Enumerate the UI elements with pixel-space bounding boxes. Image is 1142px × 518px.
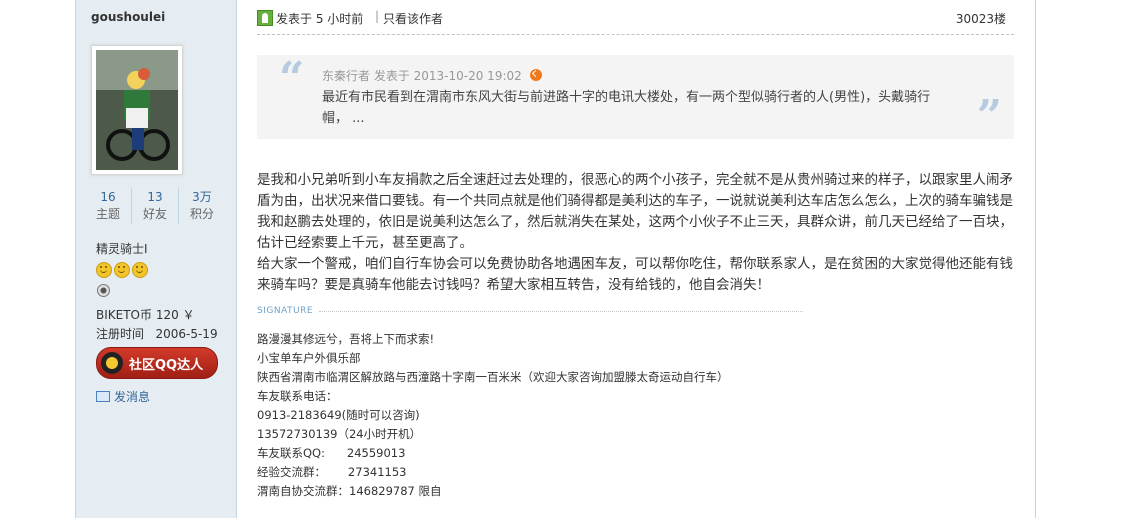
qq-penguin-icon bbox=[101, 352, 123, 374]
user-rank[interactable]: 精灵骑士I bbox=[96, 240, 148, 257]
stat-points-value[interactable]: 3万 bbox=[179, 188, 225, 206]
post-header: 发表于 5 小时前 | 只看该作者 30023楼 bbox=[257, 8, 1014, 30]
header-separator: | bbox=[375, 9, 380, 23]
quote-left-icon: “ bbox=[279, 53, 305, 104]
medal-icon[interactable] bbox=[96, 283, 111, 297]
signature-line: 车友联系QQ: 24559013 bbox=[257, 446, 406, 460]
stat-points[interactable]: 3万 积分 bbox=[179, 188, 225, 224]
signature-divider bbox=[319, 311, 803, 312]
stat-topics-label: 主题 bbox=[95, 207, 120, 221]
currency-row: BIKETO币 120 ￥ bbox=[96, 308, 195, 322]
signature-line: 陕西省渭南市临渭区解放路与西潼路十字南一百米米（欢迎大家咨询加盟滕太奇运动自行车… bbox=[257, 370, 729, 384]
send-message-link[interactable]: 发消息 bbox=[96, 388, 150, 405]
quote-author-time: 东秦行者 发表于 2013-10-20 19:02 bbox=[322, 69, 522, 83]
smile-icon bbox=[96, 262, 112, 278]
signature-label: SIGNATURE bbox=[257, 306, 314, 316]
send-message-label: 发消息 bbox=[114, 390, 151, 404]
smile-icon bbox=[114, 262, 130, 278]
quote-text: 最近有市民看到在渭南市东风大街与前进路十字的电讯大楼处，有一两个型似骑行者的人(… bbox=[322, 90, 931, 126]
post-time: 发表于 5 小时前 bbox=[276, 12, 364, 26]
signature: 路漫漫其修远兮，吾将上下而求索! 小宝单车户外俱乐部 陕西省渭南市临渭区解放路与… bbox=[257, 330, 729, 501]
author-stats: 16 主题 13 好友 3万 积分 bbox=[85, 188, 225, 224]
envelope-icon bbox=[96, 391, 110, 402]
qq-expert-label: 社区QQ达人 bbox=[129, 357, 204, 373]
signature-line: 经验交流群： 27341153 bbox=[257, 465, 407, 479]
author-sidebar: goushoulei 16 主题 13 好友 3万 积分 精灵骑士I BIKET… bbox=[76, 0, 237, 518]
register-date: 2006-5-19 bbox=[155, 327, 218, 341]
stat-topics[interactable]: 16 主题 bbox=[85, 188, 132, 224]
stat-friends[interactable]: 13 好友 bbox=[132, 188, 179, 224]
quote-meta: 东秦行者 发表于 2013-10-20 19:02 bbox=[322, 67, 542, 84]
stat-friends-value[interactable]: 13 bbox=[132, 188, 178, 206]
register-row: 注册时间 2006-5-19 bbox=[96, 325, 218, 342]
post-paragraph: 给大家一个警戒，咱们自行车协会可以免费协助各地遇困车友，可以帮你吃住，帮你联系家… bbox=[257, 256, 1013, 293]
stat-friends-label: 好友 bbox=[142, 207, 167, 221]
signature-line: 车友联系电话： bbox=[257, 389, 338, 403]
qq-expert-button[interactable]: 社区QQ达人 bbox=[96, 347, 218, 379]
quote-right-icon: ” bbox=[976, 91, 1002, 142]
signature-line: 0913-2183649(随时可以咨询) bbox=[257, 408, 420, 422]
floor-number[interactable]: 30023楼 bbox=[956, 10, 1006, 27]
smile-icon bbox=[132, 262, 148, 278]
stat-topics-value[interactable]: 16 bbox=[85, 188, 131, 206]
avatar-photo bbox=[96, 50, 178, 170]
post-body: 是我和小兄弟听到小车友捐款之后全速赶过去处理的，很恶心的两个小孩子，完全就不是从… bbox=[257, 170, 1017, 296]
signature-line: 渭南自协交流群：146829787 限自 bbox=[257, 484, 442, 498]
rank-stars bbox=[96, 262, 148, 278]
signature-line: 小宝单车户外俱乐部 bbox=[257, 351, 361, 365]
quote-block: “ ” 东秦行者 发表于 2013-10-20 19:02 最近有市民看到在渭南… bbox=[257, 53, 1014, 142]
signature-line: 13572730139（24小时开机） bbox=[257, 427, 422, 441]
jump-arrow-icon[interactable] bbox=[529, 69, 542, 81]
post-paragraph: 是我和小兄弟听到小车友捐款之后全速赶过去处理的，很恶心的两个小孩子，完全就不是从… bbox=[257, 172, 1013, 251]
online-icon bbox=[257, 10, 273, 26]
stat-points-label: 积分 bbox=[189, 207, 214, 221]
author-only-link[interactable]: 只看该作者 bbox=[383, 10, 443, 27]
author-username[interactable]: goushoulei bbox=[91, 10, 165, 24]
register-label: 注册时间 bbox=[96, 327, 145, 341]
avatar[interactable] bbox=[91, 45, 183, 175]
header-divider bbox=[257, 34, 1014, 35]
signature-line: 路漫漫其修远兮，吾将上下而求索! bbox=[257, 332, 435, 346]
